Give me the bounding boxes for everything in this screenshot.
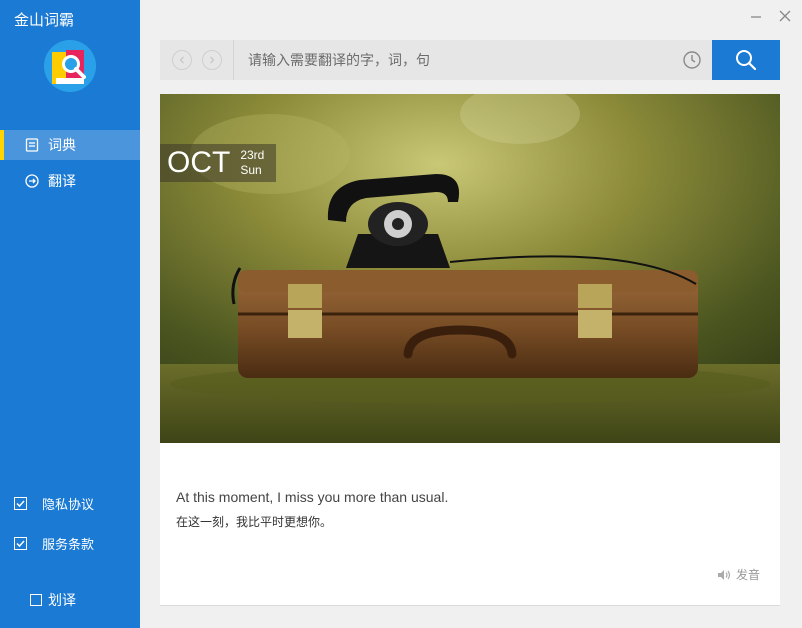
- checkmark-icon: [14, 497, 27, 510]
- dictionary-icon: [24, 137, 40, 153]
- close-icon: [779, 10, 791, 22]
- date-weekday: Sun: [240, 163, 262, 177]
- scan-translate-checkbox[interactable]: 划译: [30, 590, 76, 610]
- sidebar-item-label: 翻译: [48, 173, 76, 189]
- app-logo: [44, 40, 96, 92]
- terms-of-service-checkbox[interactable]: 服务条款: [14, 534, 94, 553]
- logo-icon: [44, 40, 96, 92]
- app-title: 金山词霸: [14, 12, 75, 29]
- empty-checkbox-icon: [30, 594, 42, 606]
- search-divider: [233, 40, 234, 80]
- date-month: OCT: [167, 146, 231, 179]
- search-button[interactable]: [712, 40, 780, 80]
- search-input[interactable]: [240, 40, 680, 80]
- scan-translate-label: 划译: [48, 592, 76, 608]
- back-button[interactable]: [172, 50, 192, 70]
- history-button[interactable]: [682, 50, 702, 70]
- search-bar: [160, 40, 780, 80]
- sidebar: 金山词霸 词典 翻译 隐私协议 服务条款 划译: [0, 0, 140, 628]
- pronounce-button[interactable]: 发音: [717, 566, 760, 583]
- close-button[interactable]: [775, 6, 795, 26]
- chevron-left-icon: [179, 56, 184, 64]
- forward-button[interactable]: [202, 50, 222, 70]
- minimize-button[interactable]: [746, 6, 766, 26]
- terms-of-service-label: 服务条款: [42, 537, 95, 552]
- speaker-icon: [717, 569, 731, 581]
- sidebar-item-dictionary[interactable]: 词典: [0, 130, 140, 160]
- quote-english: At this moment, I miss you more than usu…: [176, 489, 449, 505]
- minimize-icon: [751, 16, 761, 18]
- checkmark-icon: [14, 537, 27, 550]
- quote-chinese: 在这一刻，我比平时更想你。: [176, 515, 333, 529]
- daily-photo: OCT 23rd Sun: [160, 94, 780, 443]
- clock-icon: [683, 51, 701, 69]
- daily-sentence-card: OCT 23rd Sun At this moment, I miss you …: [160, 94, 780, 606]
- privacy-agreement-checkbox[interactable]: 隐私协议: [14, 494, 94, 513]
- sidebar-item-translate[interactable]: 翻译: [0, 166, 140, 196]
- search-icon: [736, 50, 757, 71]
- date-day: 23rd: [240, 148, 265, 162]
- translate-icon: [24, 173, 40, 189]
- privacy-agreement-label: 隐私协议: [42, 497, 95, 512]
- chevron-right-icon: [210, 56, 215, 64]
- sidebar-item-label: 词典: [48, 137, 76, 153]
- date-badge: OCT 23rd Sun: [160, 144, 276, 182]
- pronounce-label: 发音: [735, 568, 760, 582]
